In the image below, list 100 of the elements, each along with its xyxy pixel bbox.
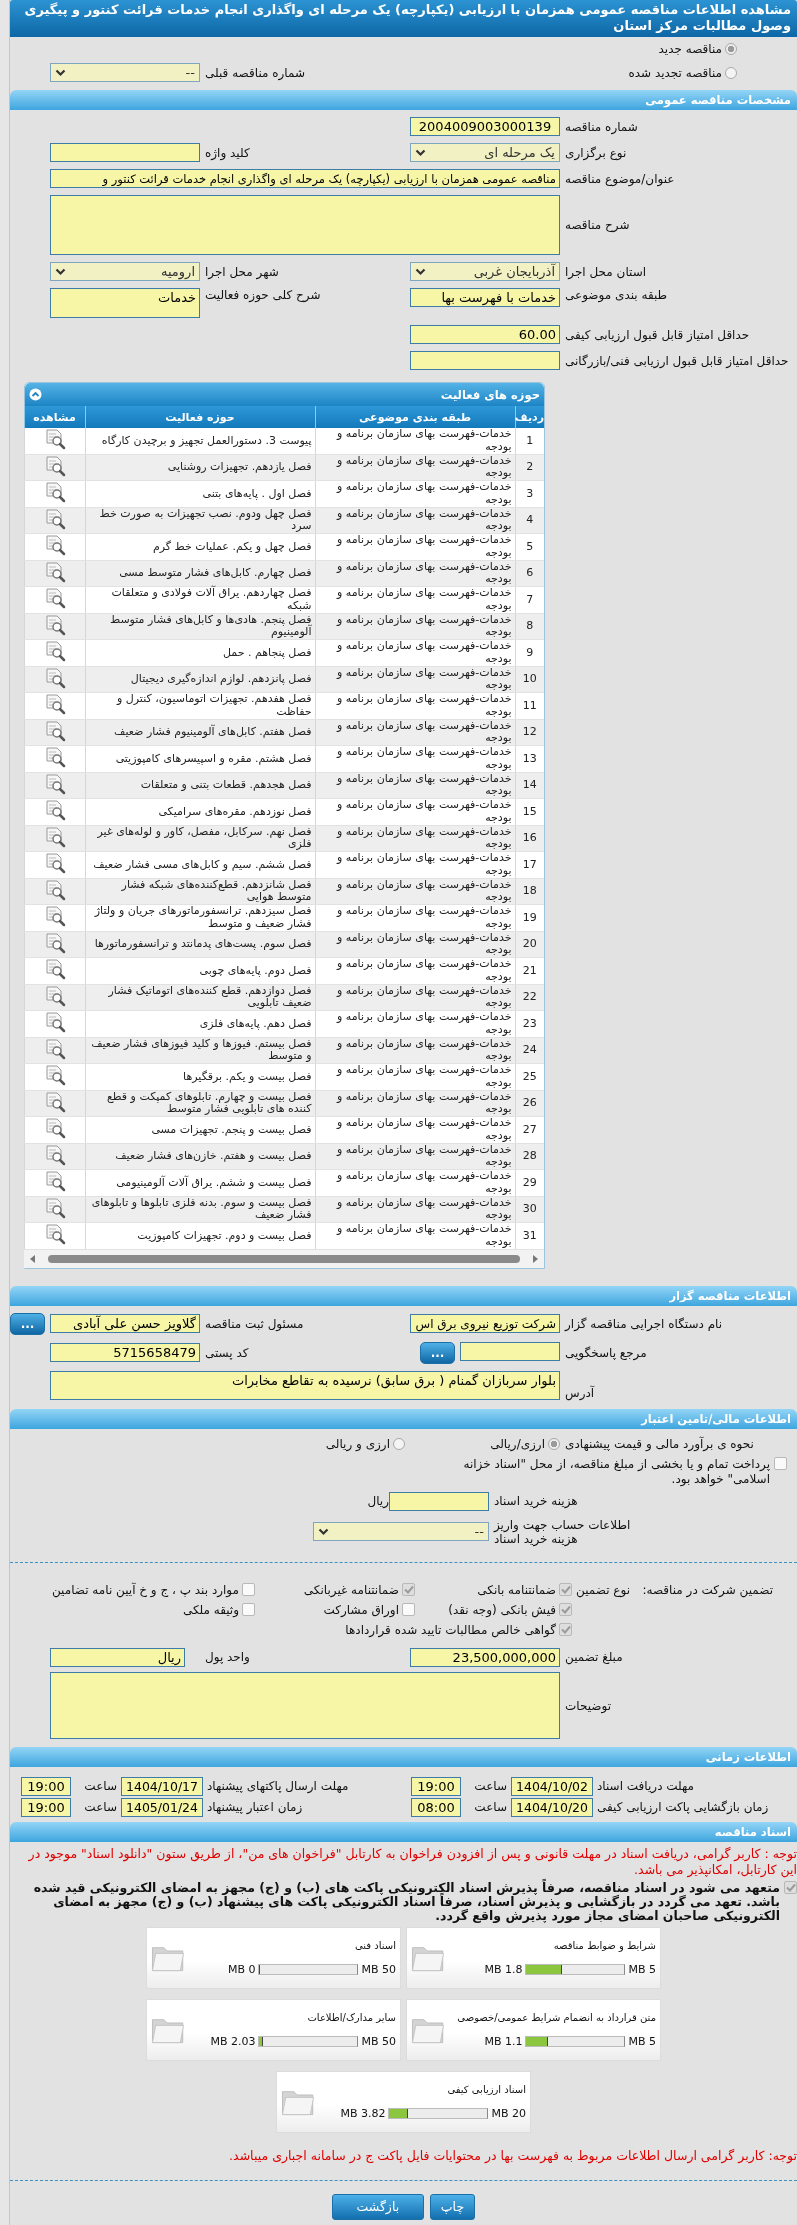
table-cell: فصل بیستم. فیوزها و کلید فیوزهای فشار ضعیف و متوسط	[85, 1037, 315, 1064]
table-cell: فصل ششم. سیم و کابل‌های مسی فشار ضعیف	[85, 851, 315, 878]
input-field[interactable]: خدمات با فهرست بها	[410, 288, 560, 307]
table-cell: فصل دوم. پایه‌های چوبی	[85, 957, 315, 984]
table-cell: فصل بیست و چهارم. تابلوهای کمپکت و قطع کننده های تابلویی فشار متوسط	[85, 1090, 315, 1117]
table-cell: فصل پنجاهم . حمل	[85, 639, 315, 666]
input-field[interactable]: 2004009003000139	[410, 117, 560, 136]
notice-text: توجه: کاربر گرامی ارسال اطلاعات مربوط به فهرست بها در محتوایات فایل پاکت ج در سامانه اجباری میباشد.	[228, 2147, 797, 2164]
table-cell: خدمات-فهرست بهای سازمان برنامه و بودجه	[315, 586, 515, 613]
input-field[interactable]: گلاویز حسن علی آبادی	[50, 1314, 200, 1333]
select-field[interactable]: --	[50, 63, 200, 82]
date-field[interactable]: 1404/10/17	[121, 1776, 203, 1796]
table-cell: فصل پنجم. هادی‌ها و کابل‌های فشار متوسط آلومینیوم	[85, 613, 315, 640]
table-cell: فصل بیست و یکم. برقگیرها	[85, 1063, 315, 1090]
table-cell: فصل چهاردهم. یراق آلات فولادی و متعلقات شبکه	[85, 586, 315, 613]
field-label: مرجع پاسخگویی	[565, 1345, 647, 1360]
time-field[interactable]: 08:00	[411, 1797, 461, 1817]
field-label: شرح کلی حوزه فعالیت	[205, 288, 321, 302]
table-cell: 28	[515, 1143, 544, 1170]
table-cell: 25	[515, 1063, 544, 1090]
table-cell: خدمات-فهرست بهای سازمان برنامه و بودجه	[315, 798, 515, 825]
table-cell: خدمات-فهرست بهای سازمان برنامه و بودجه	[315, 692, 515, 719]
time-field[interactable]: 19:00	[21, 1797, 71, 1817]
section-header: اطلاعات مناقصه گزار	[10, 1285, 797, 1306]
field-label: مبلغ تضمین	[565, 1650, 623, 1664]
more-button[interactable]: ...	[10, 1312, 45, 1335]
time-field[interactable]: 19:00	[21, 1776, 71, 1796]
input-field[interactable]: ریال	[50, 1647, 185, 1667]
checkbox-label: وثیقه ملکی	[182, 1602, 239, 1617]
field-label: تضمین شرکت در مناقصه:	[641, 1582, 773, 1597]
table-cell: خدمات-فهرست بهای سازمان برنامه و بودجه	[315, 1010, 515, 1037]
text-area[interactable]: بلوار سربازان گمنام ( برق سابق) نرسیده به تقاطع مخابرات	[50, 1370, 560, 1400]
checkbox-label: ضمانتنامه بانکی	[477, 1582, 556, 1597]
select-field[interactable]: ارومیه	[50, 262, 200, 281]
file-title: اسناد فنی	[355, 1939, 396, 1951]
table-cell: خدمات-فهرست بهای سازمان برنامه و بودجه	[315, 851, 515, 878]
input-field[interactable]: مناقصه عمومی همزمان با ارزیابی (یکپارچه) یک مرحله ای واگذاری انجام خدمات قرائت کنتور و	[50, 169, 560, 188]
table-cell: 11	[515, 692, 544, 719]
table-cell: خدمات-فهرست بهای سازمان برنامه و بودجه	[315, 1196, 515, 1223]
table-cell: فصل هفدهم. تجهیزات اتوماسیون، کنترل و حفاظت	[85, 692, 315, 719]
section-header: اطلاعات مالی/تامین اعتبار	[10, 1408, 797, 1429]
date-field[interactable]: 1405/01/24	[121, 1797, 203, 1817]
table-cell: 26	[515, 1090, 544, 1117]
table-cell: فصل سیزدهم. ترانسفورماتورهای جریان و ولتاژ فشار ضعیف و متوسط	[85, 904, 315, 931]
table-cell: 20	[515, 931, 544, 958]
table-cell: 30	[515, 1196, 544, 1223]
section-header: اطلاعات زمانی	[10, 1746, 797, 1767]
table-cell: 1	[515, 428, 544, 454]
table-cell: 2	[515, 454, 544, 481]
table-cell: خدمات-فهرست بهای سازمان برنامه و بودجه	[315, 428, 515, 454]
date-field[interactable]: 1404/10/02	[511, 1776, 593, 1796]
checkbox-label: موارد بند پ ، ج و خ آیین نامه تضامین	[51, 1582, 239, 1597]
table-cell: 7	[515, 586, 544, 613]
file-title: متن قرارداد به انضمام شرایط عمومی/خصوصی	[457, 2011, 656, 2023]
field-label: استان محل اجرا	[565, 264, 647, 279]
field-label: ساعت	[474, 1800, 507, 1814]
text-area[interactable]: خدمات	[50, 288, 200, 318]
commitment-text: متعهد می شود در اسناد مناقصه، صرفاً پذیرش اسناد الکترونیکی پاکت های (ب) و (ج) مجهز به امضای الکترونیکی قید شده باشد. تعهد می گردد در بازگشایی و پذیرش اسناد، صرفاً اسناد الکترونیکی پاکت های پیشنهاد (ب) و (ج) مجهز به امضای الکترونیکی صاحبان امضای مجاز مورد پذیرش واقع گردد.	[32, 1880, 780, 1923]
input-field[interactable]: 60.00	[410, 325, 560, 344]
field-label: نام دستگاه اجرایی مناقصه گزار	[565, 1316, 723, 1331]
table-cell: 4	[515, 507, 544, 534]
table-cell: خدمات-فهرست بهای سازمان برنامه و بودجه	[315, 878, 515, 905]
table-cell: 3	[515, 480, 544, 507]
table-cell: فصل بیست و پنجم. تجهیزات مسی	[85, 1116, 315, 1143]
table-cell: 21	[515, 957, 544, 984]
table-cell: فصل یازدهم. تجهیزات روشنایی	[85, 454, 315, 481]
table-cell: 19	[515, 904, 544, 931]
input-field[interactable]: 23,500,000,000	[410, 1647, 560, 1667]
table-cell: خدمات-فهرست بهای سازمان برنامه و بودجه	[315, 745, 515, 772]
table-cell: 5	[515, 533, 544, 560]
input-field[interactable]: 5715658479	[50, 1343, 200, 1362]
field-label: حداقل امتیاز قابل قبول ارزیابی فنی/بازرگانی	[565, 353, 789, 368]
time-field[interactable]: 19:00	[411, 1776, 461, 1796]
table-cell: خدمات-فهرست بهای سازمان برنامه و بودجه	[315, 533, 515, 560]
field-label: زمان بازگشایی پاکت ارزیابی کیفی	[597, 1800, 769, 1814]
more-button[interactable]: ...	[420, 1341, 455, 1364]
table-cell: 6	[515, 560, 544, 587]
table-cell: 8	[515, 613, 544, 640]
input-field[interactable]: شرکت توزیع نیروی برق اس	[410, 1314, 560, 1333]
field-label: ساعت	[84, 1779, 117, 1793]
table-cell: 9	[515, 639, 544, 666]
date-field[interactable]: 1404/10/20	[511, 1797, 593, 1817]
select-field[interactable]: --	[313, 1522, 489, 1541]
column-header: مشاهده	[24, 406, 85, 428]
column-header: ردیف	[515, 406, 544, 428]
checkbox-label: فیش بانکی (وجه نقد)	[448, 1602, 556, 1617]
size-used: 0 MB	[227, 1962, 256, 1976]
table-cell: 10	[515, 666, 544, 693]
size-used: 3.82 MB	[340, 2106, 386, 2120]
table-cell: خدمات-فهرست بهای سازمان برنامه و بودجه	[315, 825, 515, 852]
field-label: مهلت دریافت اسناد	[597, 1779, 694, 1793]
table-cell: خدمات-فهرست بهای سازمان برنامه و بودجه	[315, 480, 515, 507]
print-button[interactable]: چاپ	[429, 2193, 476, 2220]
select-field[interactable]: آذربایجان غربی	[410, 262, 560, 281]
table-cell: خدمات-فهرست بهای سازمان برنامه و بودجه	[315, 1116, 515, 1143]
table-cell: خدمات-فهرست بهای سازمان برنامه و بودجه	[315, 904, 515, 931]
table-cell: خدمات-فهرست بهای سازمان برنامه و بودجه	[315, 507, 515, 534]
back-button[interactable]: بازگشت	[331, 2193, 424, 2220]
select-field[interactable]: یک مرحله ای	[410, 143, 560, 162]
size-used: 1.8 MB	[484, 1962, 523, 1976]
